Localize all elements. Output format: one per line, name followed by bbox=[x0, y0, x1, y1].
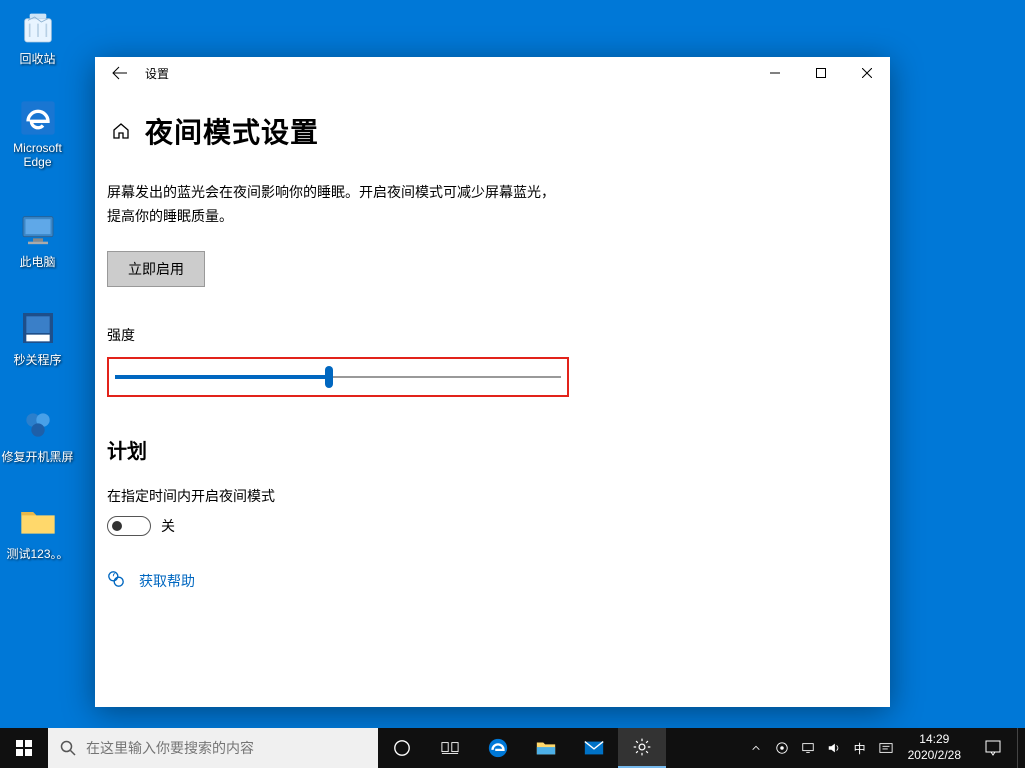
windows-icon bbox=[16, 740, 32, 756]
gear-icon bbox=[632, 737, 652, 757]
notification-icon bbox=[984, 739, 1002, 757]
desktop-icons: 回收站 Microsoft Edge 此电脑 秒关程序 修复开机黑屏 测试123… bbox=[0, 0, 80, 572]
schedule-toggle-row: 关 bbox=[107, 516, 878, 536]
desktop-icon-label: 回收站 bbox=[19, 50, 55, 67]
titlebar: 设置 bbox=[95, 57, 890, 89]
folder-icon bbox=[17, 501, 59, 543]
help-row: 获取帮助 bbox=[107, 570, 878, 593]
slider-thumb[interactable] bbox=[325, 366, 333, 388]
task-view-button[interactable] bbox=[426, 728, 474, 768]
ime-icon bbox=[879, 741, 893, 755]
schedule-description: 在指定时间内开启夜间模式 bbox=[107, 486, 878, 506]
settings-content: 夜间模式设置 屏幕发出的蓝光会在夜间影响你的睡眠。开启夜间模式可减少屏幕蓝光，提… bbox=[95, 89, 890, 707]
chevron-up-icon bbox=[751, 743, 761, 753]
toggle-knob bbox=[112, 521, 122, 531]
maximize-button[interactable] bbox=[798, 57, 844, 89]
ime-lang[interactable]: 中 bbox=[848, 740, 872, 757]
desktop-icon-edge[interactable]: Microsoft Edge bbox=[0, 93, 75, 193]
schedule-toggle[interactable] bbox=[107, 516, 151, 536]
get-help-link[interactable]: 获取帮助 bbox=[139, 571, 195, 591]
search-input[interactable] bbox=[86, 740, 366, 756]
network-icon bbox=[801, 741, 815, 755]
task-view-icon bbox=[441, 739, 459, 757]
taskbar-explorer[interactable] bbox=[522, 728, 570, 768]
repair-icon bbox=[17, 404, 59, 446]
schedule-section-title: 计划 bbox=[107, 435, 878, 464]
edge-icon bbox=[17, 97, 59, 139]
desktop-icon-label: 此电脑 bbox=[19, 253, 55, 270]
recycle-bin-icon bbox=[17, 6, 59, 48]
taskbar: 中 14:29 2020/2/28 bbox=[0, 728, 1025, 768]
search-icon bbox=[60, 740, 76, 756]
page-header: 夜间模式设置 bbox=[107, 111, 878, 151]
this-pc-icon bbox=[17, 209, 59, 251]
system-tray: 中 14:29 2020/2/28 bbox=[744, 728, 1025, 768]
intensity-slider-highlight bbox=[107, 357, 569, 397]
back-arrow-icon bbox=[112, 65, 128, 81]
home-icon bbox=[111, 121, 131, 141]
cortana-button[interactable] bbox=[378, 728, 426, 768]
folder-icon bbox=[535, 737, 557, 759]
page-title: 夜间模式设置 bbox=[145, 111, 319, 151]
volume-icon bbox=[827, 741, 841, 755]
clock-date: 2020/2/28 bbox=[908, 748, 961, 764]
tray-volume[interactable] bbox=[822, 728, 846, 768]
slider-track-fill bbox=[115, 375, 329, 379]
desktop-icon-label: 测试123。。 bbox=[6, 545, 68, 562]
shutdown-icon bbox=[17, 307, 59, 349]
search-box[interactable] bbox=[48, 728, 378, 768]
cortana-icon bbox=[393, 739, 411, 757]
desktop-icon-shutdown[interactable]: 秒关程序 bbox=[0, 303, 75, 378]
desktop-icon-this-pc[interactable]: 此电脑 bbox=[0, 205, 75, 280]
window-controls bbox=[752, 57, 890, 89]
location-icon bbox=[775, 741, 789, 755]
minimize-icon bbox=[770, 68, 780, 78]
edge-icon bbox=[487, 737, 509, 759]
desktop-icon-label: 修复开机黑屏 bbox=[1, 448, 73, 465]
close-icon bbox=[862, 68, 872, 78]
show-desktop-button[interactable] bbox=[1017, 728, 1023, 768]
mail-icon bbox=[583, 737, 605, 759]
task-icons bbox=[378, 728, 666, 768]
intensity-slider[interactable] bbox=[115, 367, 561, 387]
action-center-button[interactable] bbox=[971, 728, 1015, 768]
desktop-icon-folder[interactable]: 测试123。。 bbox=[0, 497, 75, 572]
apply-now-button[interactable]: 立即启用 bbox=[107, 251, 205, 287]
desktop-icon-repair[interactable]: 修复开机黑屏 bbox=[0, 400, 75, 475]
tray-overflow[interactable] bbox=[744, 728, 768, 768]
intensity-label: 强度 bbox=[107, 325, 878, 345]
back-button[interactable] bbox=[100, 57, 140, 89]
taskbar-edge[interactable] bbox=[474, 728, 522, 768]
toggle-state-label: 关 bbox=[161, 516, 175, 536]
settings-window: 设置 夜间模式设置 屏幕发出的蓝光会在夜间影响你的睡眠。开启夜间模式可减少屏幕蓝… bbox=[95, 57, 890, 707]
taskbar-settings[interactable] bbox=[618, 728, 666, 768]
minimize-button[interactable] bbox=[752, 57, 798, 89]
window-title: 设置 bbox=[145, 65, 169, 82]
tray-location[interactable] bbox=[770, 728, 794, 768]
home-button[interactable] bbox=[107, 121, 135, 141]
close-button[interactable] bbox=[844, 57, 890, 89]
help-icon bbox=[107, 570, 125, 593]
desktop-icon-label: Microsoft Edge bbox=[0, 141, 75, 169]
desktop-icon-recycle-bin[interactable]: 回收站 bbox=[0, 2, 75, 77]
ime-mode[interactable] bbox=[874, 728, 898, 768]
taskbar-clock[interactable]: 14:29 2020/2/28 bbox=[900, 732, 969, 763]
desktop-icon-label: 秒关程序 bbox=[13, 351, 61, 368]
maximize-icon bbox=[816, 68, 826, 78]
taskbar-mail[interactable] bbox=[570, 728, 618, 768]
start-button[interactable] bbox=[0, 728, 48, 768]
clock-time: 14:29 bbox=[908, 732, 961, 748]
tray-network[interactable] bbox=[796, 728, 820, 768]
night-light-description: 屏幕发出的蓝光会在夜间影响你的睡眠。开启夜间模式可减少屏幕蓝光，提高你的睡眠质量… bbox=[107, 181, 567, 229]
